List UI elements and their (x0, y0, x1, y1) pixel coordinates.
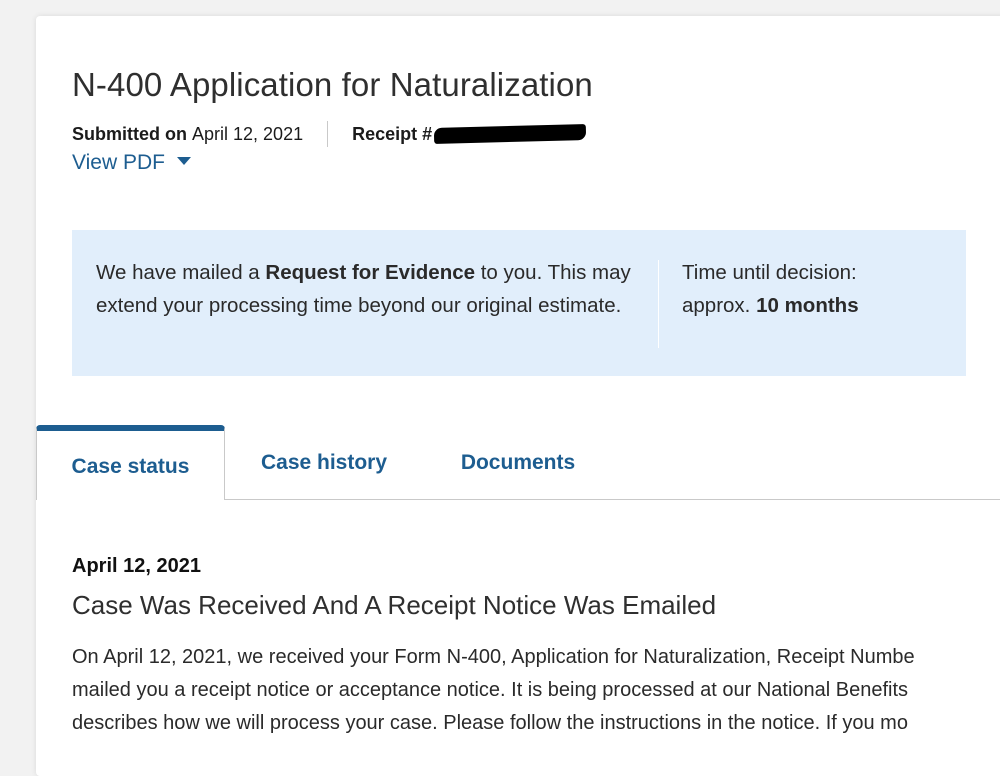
tab-case-history[interactable]: Case history (246, 425, 402, 500)
notice-text-bold: Request for Evidence (265, 261, 476, 284)
status-description-line: On April 12, 2021, we received your Form… (72, 646, 915, 668)
page-title: N-400 Application for Naturalization (72, 66, 593, 103)
view-pdf-button[interactable]: View PDF (72, 151, 191, 175)
status-description: On April 12, 2021, we received your Form… (72, 641, 1000, 740)
redacted-receipt-number (433, 124, 587, 144)
time-label: Time until decision: (682, 261, 857, 284)
case-tabs: Case status Case history Documents (36, 425, 1000, 500)
caret-down-icon (176, 157, 191, 166)
notice-divider (658, 260, 659, 348)
submitted-label: Submitted on (72, 123, 187, 144)
time-estimate: approx. 10 months (682, 289, 942, 322)
time-prefix: approx. (682, 294, 757, 317)
submitted-date: April 12, 2021 (192, 123, 304, 144)
notice-message: We have mailed a Request for Evidence to… (96, 256, 636, 322)
status-description-line: describes how we will process your case.… (72, 712, 908, 734)
meta-divider (327, 121, 329, 147)
time-value: 10 months (756, 294, 859, 317)
time-until-decision: Time until decision: approx. 10 months (682, 256, 942, 322)
tab-documents[interactable]: Documents (442, 425, 594, 500)
status-description-line: mailed you a receipt notice or acceptanc… (72, 679, 909, 701)
status-date: April 12, 2021 (72, 555, 201, 577)
receipt-label: Receipt # (352, 123, 433, 144)
rfe-notice-banner: We have mailed a Request for Evidence to… (72, 230, 966, 376)
view-pdf-label: View PDF (72, 151, 165, 174)
submission-meta: Submitted on April 12, 2021 Receipt # (72, 121, 587, 147)
status-title: Case Was Received And A Receipt Notice W… (72, 590, 717, 620)
tab-case-status[interactable]: Case status (36, 425, 225, 500)
notice-text-prefix: We have mailed a (96, 261, 266, 284)
